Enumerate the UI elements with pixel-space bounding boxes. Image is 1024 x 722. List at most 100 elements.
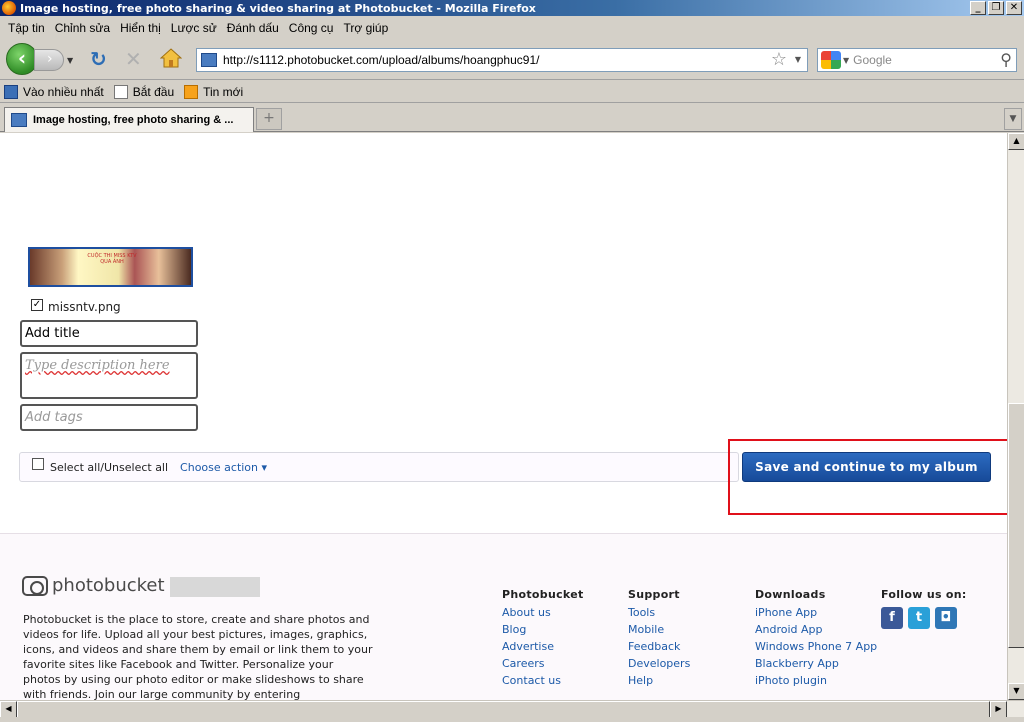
status-bar — [0, 717, 1024, 722]
footer-heading: Follow us on: — [881, 588, 967, 601]
footer-link-iphoto-plugin[interactable]: iPhoto plugin — [755, 672, 877, 689]
scroll-down-icon[interactable]: ▼ — [1008, 683, 1024, 700]
footer-column-follow: Follow us on: f t ◘ — [881, 588, 967, 629]
bookmark-star-icon[interactable]: ☆ — [771, 50, 787, 70]
file-name: missntv.png — [48, 300, 121, 314]
site-footer: photobucket Photobucket is the place to … — [0, 533, 1007, 700]
footer-link-blog[interactable]: Blog — [502, 621, 584, 638]
footer-link-tools[interactable]: Tools — [628, 604, 690, 621]
footer-link-advertise[interactable]: Advertise — [502, 638, 584, 655]
footer-link-android-app[interactable]: Android App — [755, 621, 877, 638]
window-title-bar: Image hosting, free photo sharing & vide… — [0, 0, 1024, 16]
footer-link-contact[interactable]: Contact us — [502, 672, 584, 689]
footer-link-iphone-app[interactable]: iPhone App — [755, 604, 877, 621]
footer-heading: Photobucket — [502, 588, 584, 601]
choose-action-dropdown[interactable]: Choose action ▾ — [180, 461, 267, 474]
footer-link-feedback[interactable]: Feedback — [628, 638, 690, 655]
site-favicon-icon — [201, 53, 217, 67]
save-continue-button[interactable]: Save and continue to my album — [742, 452, 991, 482]
search-input[interactable]: Google — [853, 53, 892, 67]
tab-label: Image hosting, free photo sharing & ... — [33, 114, 234, 126]
navigation-toolbar: ‹ › ▼ ↻ ✕ http://s1112.photobucket.com/u… — [0, 40, 1024, 80]
footer-heading: Support — [628, 588, 680, 601]
search-icon[interactable]: ⚲ — [1000, 51, 1012, 69]
bookmark-label: Bắt đầu — [132, 84, 175, 99]
bookmark-latest-headlines[interactable]: Tin mới — [184, 84, 243, 99]
scroll-up-icon[interactable]: ▲ — [1008, 133, 1024, 150]
description-textarea[interactable]: Type description here — [20, 352, 198, 399]
list-all-tabs-button[interactable]: ▼ — [1004, 108, 1022, 130]
tab-strip: Image hosting, free photo sharing & ... … — [0, 104, 1024, 132]
menu-view[interactable]: Hiển thị — [116, 21, 165, 35]
logo-text: photobucket — [52, 575, 165, 596]
search-bar[interactable]: ▼ Google ⚲ — [817, 48, 1017, 72]
tab-photobucket[interactable]: Image hosting, free photo sharing & ... — [4, 107, 254, 132]
tags-input[interactable]: Add tags — [20, 404, 198, 431]
select-all-label[interactable]: Select all/Unselect all — [50, 461, 168, 474]
stop-icon[interactable]: ✕ — [125, 49, 142, 69]
window-title: Image hosting, free photo sharing & vide… — [20, 1, 536, 15]
plus-icon: + — [263, 110, 275, 126]
menu-help[interactable]: Trợ giúp — [339, 21, 392, 35]
footer-link-careers[interactable]: Careers — [502, 655, 584, 672]
page-icon — [113, 84, 128, 99]
horizontal-scroll-thumb[interactable] — [17, 701, 990, 718]
horizontal-scrollbar[interactable]: ◀ ▶ — [0, 700, 1024, 718]
menu-tools[interactable]: Công cụ — [285, 21, 338, 35]
menu-edit[interactable]: Chỉnh sửa — [51, 21, 114, 35]
forward-button[interactable]: › — [34, 49, 64, 71]
close-window-button[interactable]: ✕ — [1006, 1, 1022, 15]
footer-link-developers[interactable]: Developers — [628, 655, 690, 672]
bookmarks-toolbar: Vào nhiều nhất Bắt đầu Tin mới — [0, 81, 1024, 103]
restore-button[interactable]: ❐ — [988, 1, 1004, 15]
footer-column-downloads: Downloads iPhone App Android App Windows… — [755, 588, 877, 689]
page-content: CUỘC THI MISS KTV QUA ẢNH ✓ missntv.png … — [0, 133, 1007, 700]
vertical-scroll-thumb[interactable] — [1008, 403, 1024, 648]
title-input[interactable]: Add title — [20, 320, 198, 347]
footer-link-windows-phone-app[interactable]: Windows Phone 7 App — [755, 638, 877, 655]
uploaded-image-thumbnail[interactable]: CUỘC THI MISS KTV QUA ẢNH — [28, 247, 193, 287]
footer-about-text: Photobucket is the place to store, creat… — [23, 613, 373, 700]
vertical-scrollbar[interactable]: ▲ ▼ — [1007, 133, 1024, 700]
history-dropdown-icon[interactable]: ▼ — [67, 56, 73, 65]
search-engine-dropdown-icon[interactable]: ▼ — [843, 56, 849, 65]
facebook-icon[interactable]: f — [881, 607, 903, 629]
new-tab-button[interactable]: + — [256, 108, 282, 130]
address-bar[interactable]: http://s1112.photobucket.com/upload/albu… — [196, 48, 808, 72]
bookmark-most-visited[interactable]: Vào nhiều nhất — [4, 84, 104, 99]
google-search-engine-icon[interactable] — [821, 51, 841, 69]
reload-icon[interactable]: ↻ — [90, 49, 107, 69]
footer-link-about[interactable]: About us — [502, 604, 584, 621]
footer-link-mobile[interactable]: Mobile — [628, 621, 690, 638]
menu-bookmarks[interactable]: Đánh dấu — [223, 21, 283, 35]
photobucket-icon[interactable]: ◘ — [935, 607, 957, 629]
home-icon[interactable] — [160, 48, 182, 68]
tab-favicon-icon — [11, 113, 27, 127]
forward-arrow-icon: › — [47, 51, 53, 67]
minimize-button[interactable]: _ — [970, 1, 986, 15]
thumbnail-caption: CUỘC THI MISS KTV QUA ẢNH — [87, 253, 137, 265]
menu-history[interactable]: Lược sử — [167, 21, 221, 35]
menu-file[interactable]: Tập tin — [4, 21, 49, 35]
social-links: f t ◘ — [881, 607, 967, 629]
firefox-icon — [2, 1, 16, 15]
bookmark-getting-started[interactable]: Bắt đầu — [113, 84, 175, 99]
back-arrow-icon: ‹ — [17, 46, 27, 70]
select-all-checkbox[interactable] — [32, 458, 44, 470]
footer-link-blackberry-app[interactable]: Blackberry App — [755, 655, 877, 672]
scroll-right-icon[interactable]: ▶ — [990, 701, 1007, 718]
camera-logo-icon — [22, 575, 48, 596]
scroll-left-icon[interactable]: ◀ — [0, 701, 17, 718]
photobucket-logo[interactable]: photobucket — [22, 575, 165, 596]
footer-heading: Downloads — [755, 588, 826, 601]
bulk-action-bar: Select all/Unselect all Choose action ▾ — [19, 452, 739, 482]
menu-bar: Tập tin Chỉnh sửa Hiển thị Lược sử Đánh … — [0, 17, 1024, 39]
footer-link-help[interactable]: Help — [628, 672, 690, 689]
url-dropdown-icon[interactable]: ▼ — [795, 55, 801, 64]
file-select-checkbox[interactable]: ✓ — [31, 299, 43, 311]
twitter-icon[interactable]: t — [908, 607, 930, 629]
url-text[interactable]: http://s1112.photobucket.com/upload/albu… — [223, 53, 539, 67]
rss-icon — [184, 84, 199, 99]
footer-column-support: Support Tools Mobile Feedback Developers… — [628, 588, 690, 689]
most-visited-icon — [4, 84, 18, 99]
